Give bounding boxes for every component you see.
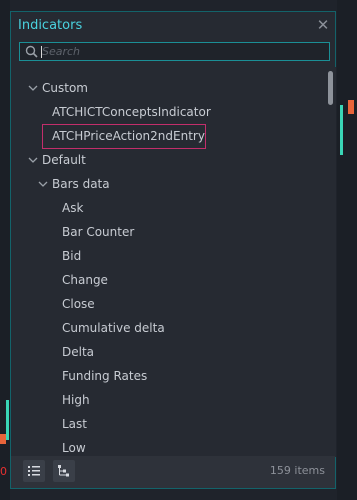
tree-item-label: Delta — [62, 345, 95, 359]
tree-item-ask[interactable]: Ask — [62, 196, 83, 220]
search-icon — [25, 45, 38, 58]
candle — [6, 400, 9, 440]
panel-titlebar[interactable]: Indicators ✕ — [11, 12, 335, 40]
tree-item-change[interactable]: Change — [62, 268, 108, 292]
indicator-tree[interactable]: Custom ATCHICTConceptsIndicator ATCHPric… — [12, 67, 336, 457]
panel-footer: 159 items — [11, 456, 335, 488]
tree-item-label: Last — [62, 417, 87, 431]
tree-item-label: Change — [62, 273, 108, 287]
chevron-down-icon — [28, 157, 38, 163]
tree-item-delta[interactable]: Delta — [62, 340, 94, 364]
scrollbar[interactable] — [328, 69, 333, 455]
tree-item-bar-counter[interactable]: Bar Counter — [62, 220, 134, 244]
search-box[interactable] — [19, 42, 330, 61]
indicators-panel: Indicators ✕ Custom ATCHICTConceptsIndic… — [10, 11, 336, 489]
list-view-button[interactable] — [23, 460, 45, 482]
tree-item-cumulative-delta[interactable]: Cumulative delta — [62, 316, 165, 340]
tree-item-label: Ask — [62, 201, 84, 215]
tree-item-label: Bar Counter — [62, 225, 135, 239]
tree-item-label: Bid — [62, 249, 82, 263]
close-icon[interactable]: ✕ — [315, 17, 331, 33]
tree-item-label: Funding Rates — [62, 369, 148, 383]
tree-item-label: Close — [62, 297, 95, 311]
tree-item-last[interactable]: Last — [62, 412, 87, 436]
tree-item-label: Bars data — [52, 177, 110, 191]
scrollbar-thumb[interactable] — [328, 71, 333, 105]
price-label: 0 — [0, 465, 7, 478]
item-count: 159 items — [269, 464, 325, 477]
tree-item-label: ATCHPriceAction2ndEntry — [52, 129, 205, 143]
tree-item-label: Default — [42, 153, 86, 167]
tree-item-bid[interactable]: Bid — [62, 244, 81, 268]
tree-item-close[interactable]: Close — [62, 292, 95, 316]
chart-background-right — [337, 0, 357, 500]
tree-item-label: Custom — [42, 81, 88, 95]
tree-item-label: ATCHICTConceptsIndicator — [52, 105, 211, 119]
tree-item-label: High — [62, 393, 90, 407]
tree-item-atchictconceptsindicator[interactable]: ATCHICTConceptsIndicator — [52, 100, 211, 124]
panel-title: Indicators — [18, 18, 83, 33]
tree-item-label: Low — [62, 441, 86, 455]
tree-item-atchpriceaction2ndentry[interactable]: ATCHPriceAction2ndEntry — [52, 124, 205, 148]
chevron-down-icon — [28, 85, 38, 91]
search-input[interactable] — [42, 43, 322, 60]
tree-item-label: Cumulative delta — [62, 321, 165, 335]
list-view-icon — [28, 466, 40, 476]
chevron-down-icon — [38, 181, 48, 187]
tree-view-button[interactable] — [53, 460, 75, 482]
candle — [348, 100, 354, 114]
candle — [340, 105, 343, 155]
tree-item-funding-rates[interactable]: Funding Rates — [62, 364, 147, 388]
tree-item-high[interactable]: High — [62, 388, 90, 412]
tree-view-icon — [58, 465, 69, 477]
